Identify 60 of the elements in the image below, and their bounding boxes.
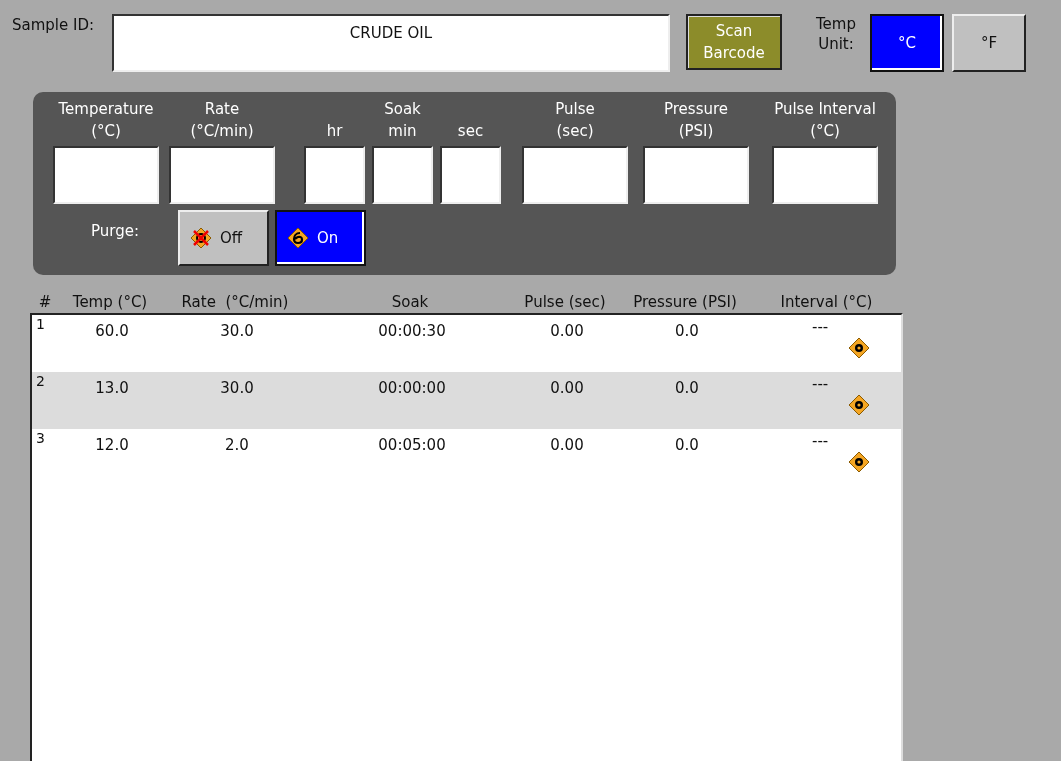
table-cell-text: 00:00:00 (378, 378, 446, 397)
table-cell-text: 0.00 (550, 435, 584, 454)
table-cell-text: 13.0 (95, 378, 129, 397)
table-cell-text: 0.0 (675, 378, 699, 397)
input-field[interactable] (522, 146, 628, 204)
field-label: Pulse (sec) (555, 99, 595, 142)
row-number: 1 (35, 315, 45, 333)
table-cell: --- (812, 376, 829, 392)
row-number: 2 (35, 372, 45, 390)
field-label: Temperature (°C) (58, 99, 154, 142)
table-cell-text: 30.0 (220, 378, 254, 397)
field-label: Pressure (PSI) (663, 99, 729, 142)
table-cell-text: 60.0 (95, 321, 129, 340)
sample-id-field[interactable]: CRUDE OIL (112, 14, 670, 72)
input-field[interactable] (304, 146, 365, 204)
table-cell-text: 2.0 (225, 435, 249, 454)
table-cell-text: 30.0 (220, 321, 254, 340)
diamond-icon (848, 451, 870, 473)
table-cell-text: 0.00 (550, 321, 584, 340)
temp-unit-label: Temp Unit: (815, 14, 857, 54)
temp-unit-button[interactable]: °F (952, 14, 1026, 72)
field-label: hr (326, 121, 343, 142)
column-header: # (38, 291, 52, 313)
table-cell-text: 0.0 (675, 321, 699, 340)
diamond-icon (848, 337, 870, 359)
swirl-diamond-icon (287, 227, 309, 249)
row-number: 3 (35, 429, 45, 447)
table-cell-text: 12.0 (95, 435, 129, 454)
diamond-icon (848, 394, 870, 416)
input-field[interactable] (440, 146, 501, 204)
field-label: sec (457, 121, 484, 142)
table-cell-text: 00:00:30 (378, 321, 446, 340)
purge-label: Purge: (91, 221, 140, 242)
table-row[interactable]: 2 13.0 30.0 00:00:00 0.00 0.0 --- (32, 372, 901, 429)
crossed-diamond-icon (190, 227, 212, 249)
field-label: Pulse Interval (°C) (774, 99, 876, 142)
table-cell: --- (812, 319, 829, 335)
table-cell: --- (812, 433, 829, 449)
input-field[interactable] (169, 146, 275, 204)
table-cell-text: 0.00 (550, 378, 584, 397)
field-label: min (388, 121, 417, 142)
purge-toggle-button[interactable]: On (275, 210, 366, 266)
input-field[interactable] (772, 146, 878, 204)
table-cell-text: 00:05:00 (378, 435, 446, 454)
column-header: Interval (°C) (780, 291, 873, 313)
input-field[interactable] (643, 146, 749, 204)
input-field[interactable] (372, 146, 433, 204)
field-label: Soak (384, 99, 421, 120)
field-label: Rate (°C/min) (190, 99, 254, 142)
column-header: Rate (°C/min) (181, 291, 289, 313)
input-field[interactable] (53, 146, 159, 204)
sample-id-label: Sample ID: (12, 15, 96, 36)
column-header: Pressure (PSI) (633, 291, 737, 313)
column-header: Pulse (sec) (524, 291, 606, 313)
purge-toggle-button[interactable]: Off (178, 210, 269, 266)
column-header: Temp (°C) (72, 291, 148, 313)
scan-barcode-button[interactable]: Scan Barcode (686, 14, 782, 70)
temp-unit-button[interactable]: °C (870, 14, 944, 72)
table-cell-text: 0.0 (675, 435, 699, 454)
column-header: Soak (391, 291, 429, 313)
